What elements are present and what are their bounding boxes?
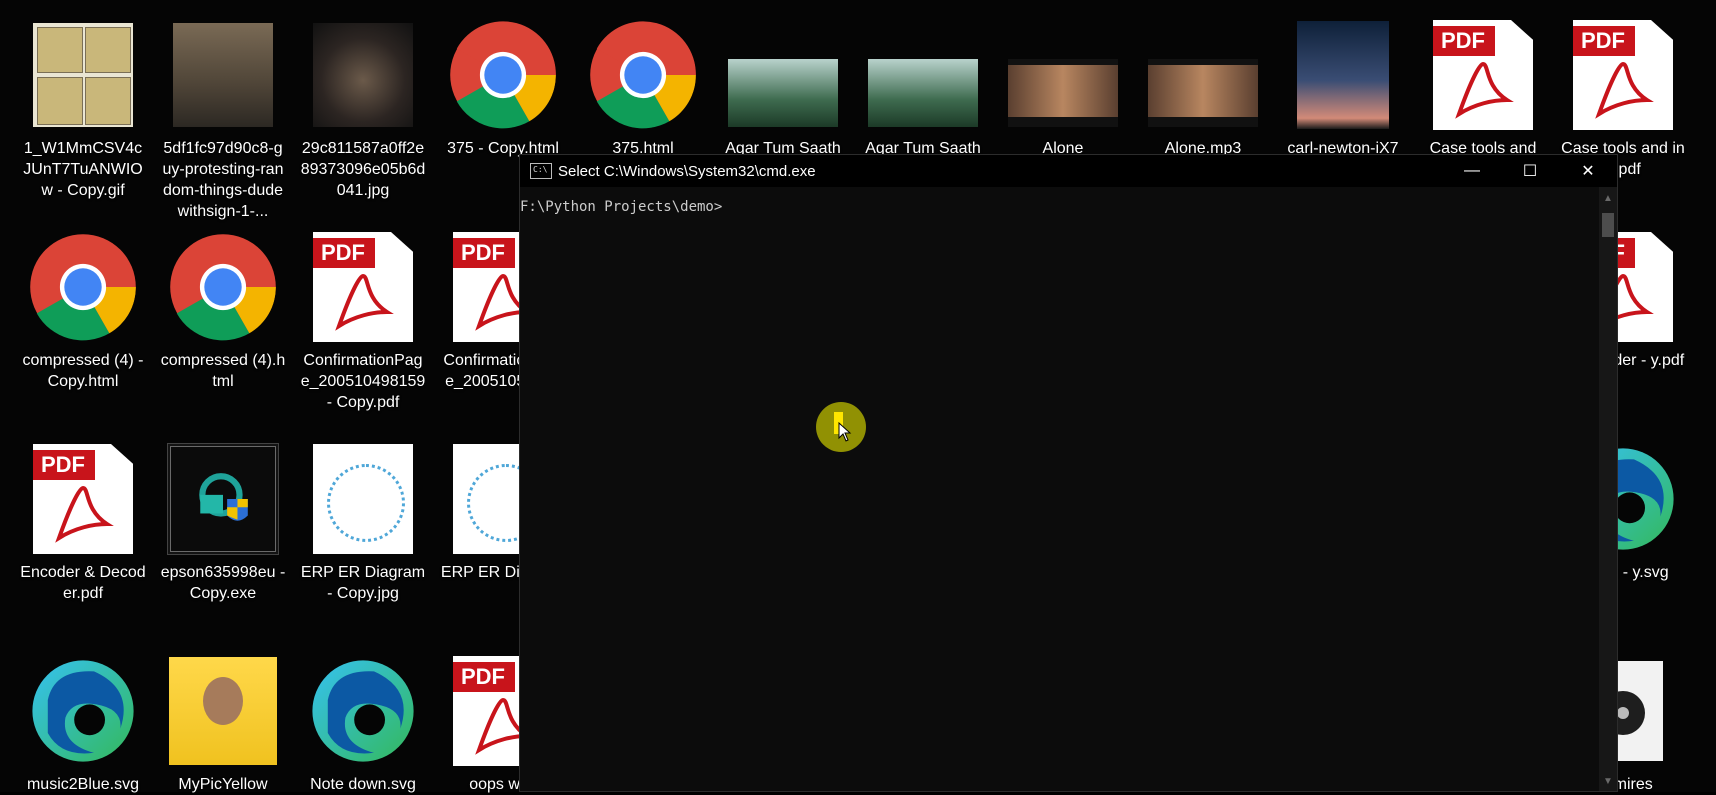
pdf-icon: PDF <box>1428 20 1538 130</box>
cmd-app-icon: C:\ <box>530 163 552 179</box>
video-frame <box>1008 59 1118 127</box>
cmd-console[interactable]: F:\Python Projects\demo> <box>520 187 1599 791</box>
photo-thumbnail <box>308 20 418 130</box>
desktop-icon-music2blue-svg[interactable]: music2Blue.svg <box>20 656 146 795</box>
video-thumbnail <box>728 20 838 130</box>
sunset-photo <box>1297 21 1389 129</box>
pointer-arrow-icon <box>838 422 852 442</box>
desktop-icon-agar-tum-saath-2[interactable]: Agar Tum Saath <box>860 20 986 159</box>
scrollbar-thumb[interactable] <box>1602 213 1614 237</box>
scroll-up-arrow-icon[interactable]: ▲ <box>1603 193 1613 204</box>
icon-label: ERP ER Diagram - Copy.jpg <box>300 564 426 602</box>
maximize-button[interactable]: ☐ <box>1501 155 1559 187</box>
minimize-button[interactable]: — <box>1443 155 1501 187</box>
groot-photo <box>313 23 413 127</box>
video-frame <box>1148 59 1258 127</box>
gif-thumbnail <box>28 20 138 130</box>
photo-thumbnail <box>1288 20 1398 130</box>
portrait-photo <box>169 657 277 765</box>
desktop-icon-alone[interactable]: Alone <box>1000 20 1126 159</box>
desktop-icon-encoder-decoder-pdf[interactable]: PDF Encoder & Decoder.pdf <box>20 444 146 604</box>
desktop-icon-gif[interactable]: 1_W1MmCSV4cJUnT7TuANWIOw - Copy.gif <box>20 20 146 201</box>
close-button[interactable]: ✕ <box>1559 155 1617 187</box>
desktop-icon-protest-jpg[interactable]: 5df1fc97d90c8-guy-protesting-random-thin… <box>160 20 286 222</box>
desktop-icon-agar-tum-saath-1[interactable]: Agar Tum Saath <box>720 20 846 159</box>
desktop-icon-confirmation-copy-pdf[interactable]: PDF ConfirmationPage_200510498159 - Copy… <box>300 232 426 413</box>
er-diagram-image <box>313 444 413 554</box>
desktop-icon-epson-exe[interactable]: epson635998eu - Copy.exe <box>160 443 286 604</box>
desktop-icon-375-html[interactable]: 375.html <box>580 20 706 159</box>
mouse-cursor-highlight <box>816 402 866 452</box>
comic-image <box>33 23 133 127</box>
icon-label: ConfirmationPage_200510498159 - Copy.pdf <box>300 352 426 411</box>
pdf-icon: PDF <box>1568 20 1678 130</box>
desktop-icon-groot-jpg[interactable]: 29c811587a0ff2e89373096e05b6d041.jpg <box>300 20 426 201</box>
photo-thumbnail <box>168 656 278 766</box>
landscape-image <box>728 59 838 127</box>
desktop-icon-compressed-copy-html[interactable]: compressed (4) - Copy.html <box>20 232 146 392</box>
exe-thumbnail <box>167 443 279 555</box>
cmd-window[interactable]: C:\ Select C:\Windows\System32\cmd.exe —… <box>519 154 1618 792</box>
photo-thumbnail <box>168 20 278 130</box>
video-thumbnail <box>868 20 978 130</box>
desktop-icon-erp-er-copy-jpg[interactable]: ERP ER Diagram - Copy.jpg <box>300 444 426 604</box>
cmd-window-title: Select C:\Windows\System32\cmd.exe <box>558 162 816 180</box>
pdf-icon: PDF <box>308 232 418 342</box>
edge-icon <box>308 656 418 766</box>
desktop-icon-compressed-html[interactable]: compressed (4).html <box>160 232 286 392</box>
cmd-scrollbar[interactable]: ▲ ▼ <box>1599 187 1617 791</box>
icon-label: 5df1fc97d90c8-guy-protesting-random-thin… <box>162 140 284 220</box>
chrome-icon <box>588 20 698 130</box>
desktop-icon-case-tools-1[interactable]: PDF Case tools and <box>1420 20 1546 159</box>
desktop-icon-alone-mp3[interactable]: Alone.mp3 <box>1140 20 1266 159</box>
desktop-icon-375-copy-html[interactable]: 375 - Copy.html <box>440 20 566 159</box>
scroll-down-arrow-icon[interactable]: ▼ <box>1603 776 1613 787</box>
chrome-icon <box>168 232 278 342</box>
icon-label: compressed (4) - Copy.html <box>22 352 144 390</box>
street-photo <box>173 23 273 127</box>
video-thumbnail <box>1008 20 1118 130</box>
edge-icon <box>28 656 138 766</box>
landscape-image <box>868 59 978 127</box>
cmd-prompt-line: F:\Python Projects\demo> <box>520 199 723 215</box>
video-thumbnail <box>1148 20 1258 130</box>
icon-label: epson635998eu - Copy.exe <box>160 564 286 602</box>
icon-label: compressed (4).html <box>160 352 286 390</box>
icon-label: 1_W1MmCSV4cJUnT7TuANWIOw - Copy.gif <box>23 140 143 199</box>
icon-label: 29c811587a0ff2e89373096e05b6d041.jpg <box>300 140 426 199</box>
installer-icon <box>199 473 248 521</box>
desktop-icon-mypicyellow[interactable]: MyPicYellow <box>160 656 286 795</box>
er-diagram-thumbnail <box>308 444 418 554</box>
desktop-icon-carl-newton[interactable]: carl-newton-iX7 <box>1280 20 1406 159</box>
icon-label: Encoder & Decoder.pdf <box>20 564 146 602</box>
chrome-icon <box>28 232 138 342</box>
desktop-icon-note-down-svg[interactable]: Note down.svg <box>300 656 426 795</box>
cmd-titlebar[interactable]: C:\ Select C:\Windows\System32\cmd.exe —… <box>520 155 1617 187</box>
pdf-icon: PDF <box>28 444 138 554</box>
chrome-icon <box>448 20 558 130</box>
